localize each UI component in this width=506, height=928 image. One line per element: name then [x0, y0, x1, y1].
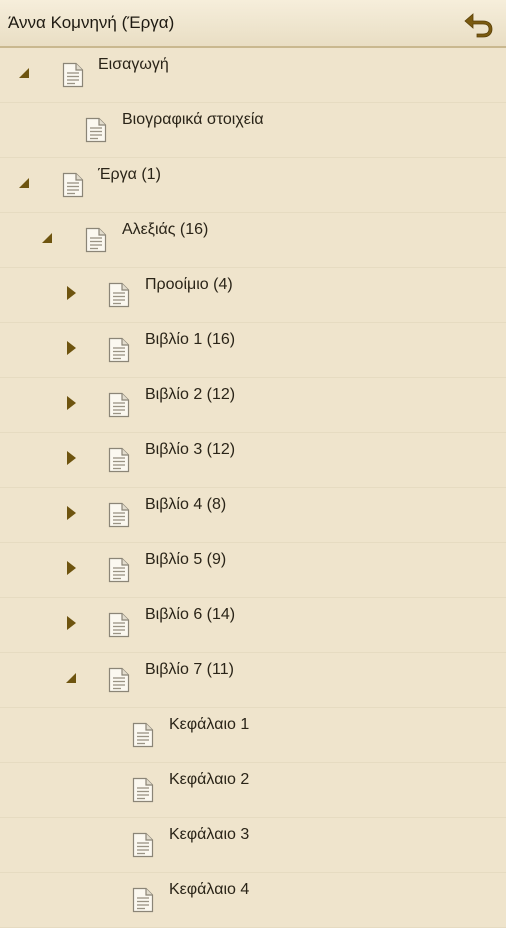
collapsed-arrow-icon[interactable] — [63, 505, 79, 521]
document-icon — [62, 62, 84, 88]
document-icon — [108, 557, 130, 583]
document-icon — [132, 887, 154, 913]
document-icon — [132, 777, 154, 803]
tree-item[interactable]: Βιβλίο 2 (12) — [0, 378, 506, 433]
document-icon — [108, 282, 130, 308]
tree-item-label: Βιογραφικά στοιχεία — [122, 111, 264, 128]
tree-item-label: Κεφάλαιο 2 — [169, 771, 250, 788]
tree-item-label: Εισαγωγή — [98, 56, 169, 73]
tree-item[interactable]: Εισαγωγή — [0, 48, 506, 103]
document-icon — [132, 722, 154, 748]
collapsed-arrow-icon[interactable] — [63, 340, 79, 356]
tree-item[interactable]: Βιβλίο 5 (9) — [0, 543, 506, 598]
tree-item[interactable]: Βιογραφικά στοιχεία — [0, 103, 506, 158]
tree-list: Εισαγωγή Βιογραφικά στοιχεία Έργα (1) Αλεξι… — [0, 48, 506, 928]
tree-item-label: Αλεξιάς (16) — [122, 221, 209, 238]
tree-item[interactable]: Βιβλίο 4 (8) — [0, 488, 506, 543]
document-icon — [132, 832, 154, 858]
tree-item[interactable]: Κεφάλαιο 1 — [0, 708, 506, 763]
tree-item-label: Βιβλίο 3 (12) — [145, 441, 236, 458]
collapsed-arrow-icon[interactable] — [63, 615, 79, 631]
document-icon — [108, 502, 130, 528]
tree-item[interactable]: Κεφάλαιο 2 — [0, 763, 506, 818]
tree-item-label: Κεφάλαιο 4 — [169, 881, 250, 898]
expanded-arrow-icon[interactable] — [16, 65, 32, 81]
tree-item-label: Βιβλίο 2 (12) — [145, 386, 236, 403]
page-title: Άννα Κομνηνή (Έργα) — [8, 13, 175, 32]
tree-item-label: Κεφάλαιο 3 — [169, 826, 250, 843]
tree-item[interactable]: Βιβλίο 7 (11) — [0, 653, 506, 708]
document-icon — [62, 172, 84, 198]
tree-item[interactable]: Αλεξιάς (16) — [0, 213, 506, 268]
collapsed-arrow-icon[interactable] — [63, 560, 79, 576]
tree-item-label: Βιβλίο 1 (16) — [145, 331, 236, 348]
back-button[interactable] — [462, 7, 496, 41]
expanded-arrow-icon[interactable] — [16, 175, 32, 191]
collapsed-arrow-icon[interactable] — [63, 285, 79, 301]
collapsed-arrow-icon[interactable] — [63, 450, 79, 466]
tree-item-label: Κεφάλαιο 1 — [169, 716, 250, 733]
document-icon — [108, 612, 130, 638]
tree-item-label: Έργα (1) — [98, 166, 161, 183]
back-arrow-icon — [464, 13, 493, 38]
tree-item[interactable]: Κεφάλαιο 3 — [0, 818, 506, 873]
tree-item[interactable]: Βιβλίο 1 (16) — [0, 323, 506, 378]
document-icon — [108, 337, 130, 363]
expanded-arrow-icon[interactable] — [39, 230, 55, 246]
tree-item[interactable]: Βιβλίο 6 (14) — [0, 598, 506, 653]
tree-item-label: Βιβλίο 7 (11) — [145, 661, 234, 678]
document-icon — [108, 667, 130, 693]
document-icon — [85, 117, 107, 143]
expanded-arrow-icon[interactable] — [63, 670, 79, 686]
document-icon — [85, 227, 107, 253]
collapsed-arrow-icon[interactable] — [63, 395, 79, 411]
tree-item-label: Προοίμιο (4) — [145, 276, 233, 293]
document-icon — [108, 392, 130, 418]
tree-item[interactable]: Κεφάλαιο 4 — [0, 873, 506, 928]
app-header: Άννα Κομνηνή (Έργα) — [0, 0, 506, 48]
tree-item-label: Βιβλίο 6 (14) — [145, 606, 236, 623]
document-icon — [108, 447, 130, 473]
tree-item[interactable]: Έργα (1) — [0, 158, 506, 213]
tree-item[interactable]: Βιβλίο 3 (12) — [0, 433, 506, 488]
tree-item[interactable]: Προοίμιο (4) — [0, 268, 506, 323]
tree-item-label: Βιβλίο 4 (8) — [145, 496, 227, 513]
tree-item-label: Βιβλίο 5 (9) — [145, 551, 227, 568]
